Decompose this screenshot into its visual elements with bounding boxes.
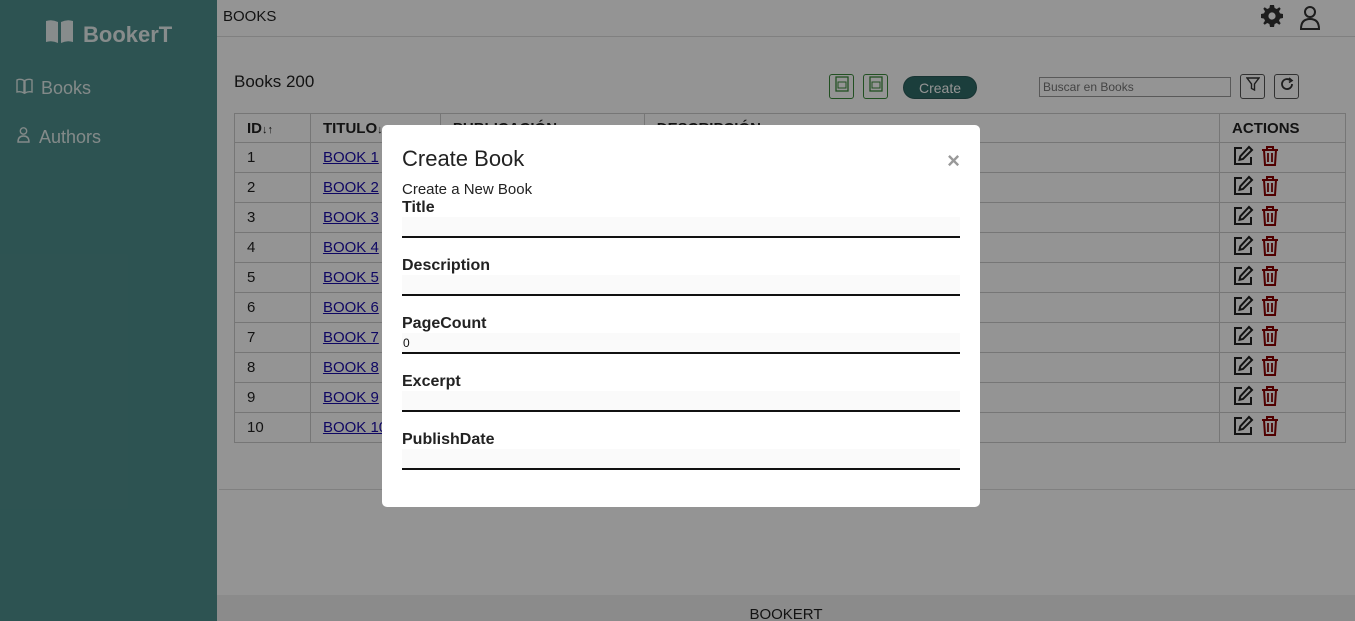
description-input[interactable]	[402, 275, 960, 296]
title-label: Title	[402, 199, 435, 216]
publishdate-label: PublishDate	[402, 431, 495, 448]
close-icon[interactable]: ×	[947, 150, 960, 172]
description-label: Description	[402, 257, 491, 274]
description-field-group: Description	[402, 257, 960, 296]
excerpt-input[interactable]	[402, 391, 960, 412]
excerpt-field-group: Excerpt	[402, 373, 960, 412]
publishdate-input[interactable]	[402, 449, 960, 470]
title-input[interactable]	[402, 217, 960, 238]
publishdate-field-group: PublishDate	[402, 431, 960, 470]
pagecount-field-group: PageCount	[402, 315, 960, 354]
modal-subtitle: Create a New Book	[402, 181, 533, 198]
modal-title: Create Book	[402, 146, 525, 171]
create-book-modal: Create Book × Create a New Book Title De…	[382, 125, 980, 507]
excerpt-label: Excerpt	[402, 373, 461, 390]
pagecount-label: PageCount	[402, 315, 487, 332]
pagecount-input[interactable]	[402, 333, 960, 354]
title-field-group: Title	[402, 199, 960, 238]
